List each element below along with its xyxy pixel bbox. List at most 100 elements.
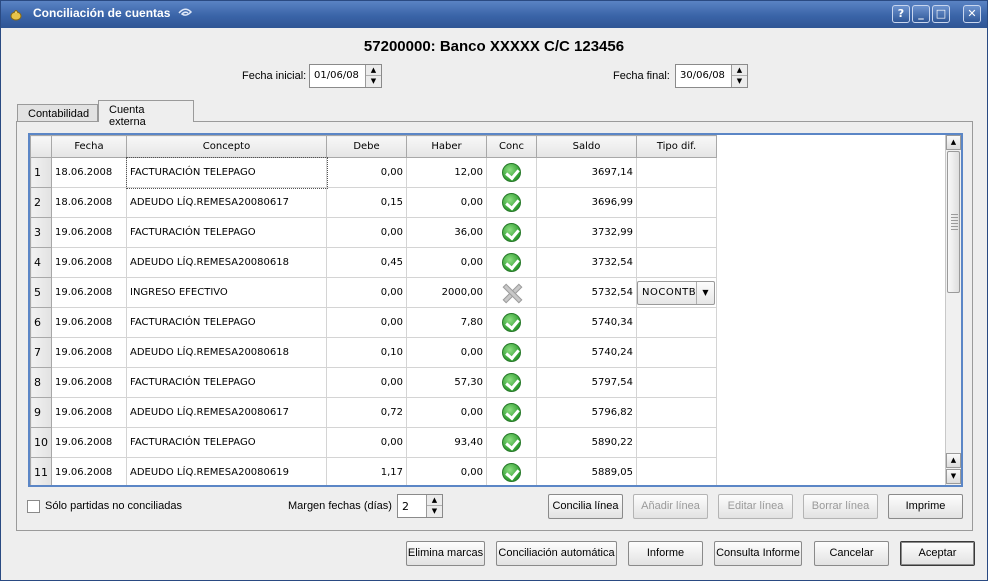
close-button[interactable]: ✕: [963, 5, 981, 23]
cell-haber[interactable]: 57,30: [406, 367, 487, 398]
cell-conc[interactable]: [486, 217, 537, 248]
cell-saldo[interactable]: 5740,34: [536, 307, 637, 338]
spin-down-icon[interactable]: ▼: [427, 506, 442, 517]
column-header-concepto[interactable]: Concepto: [126, 135, 327, 158]
row-number[interactable]: 10: [30, 427, 52, 458]
cell-fecha[interactable]: 19.06.2008: [51, 277, 127, 308]
tab-contabilidad[interactable]: Contabilidad: [17, 104, 98, 122]
row-number[interactable]: 9: [30, 397, 52, 428]
cell-concepto[interactable]: FACTURACIÓN TELEPAGO: [125, 156, 328, 189]
cell-haber[interactable]: 12,00: [406, 157, 487, 188]
cell-fecha[interactable]: 19.06.2008: [51, 337, 127, 368]
table-row[interactable]: 6 19.06.2008 FACTURACIÓN TELEPAGO 0,00 7,80 5…: [30, 307, 946, 338]
cell-saldo[interactable]: 3696,99: [536, 187, 637, 218]
row-number[interactable]: 3: [30, 217, 52, 248]
cell-fecha[interactable]: 19.06.2008: [51, 457, 127, 485]
table-row[interactable]: 11 19.06.2008 ADEUDO LÍQ.REMESA20080619 1,1…: [30, 457, 946, 485]
tipo-dif-combo[interactable]: NOCONTB ▼: [637, 280, 715, 305]
table-row[interactable]: 3 19.06.2008 FACTURACIÓN TELEPAGO 0,00 36,00…: [30, 217, 946, 248]
fecha-final-field[interactable]: 30/06/08 ▲ ▼: [675, 64, 748, 88]
cell-debe[interactable]: 0,15: [326, 187, 407, 218]
margen-fechas-field[interactable]: 2 ▲ ▼: [397, 494, 443, 518]
cell-debe[interactable]: 0,45: [326, 247, 407, 278]
cell-concepto[interactable]: ADEUDO LÍQ.REMESA20080619: [126, 457, 327, 485]
cell-fecha[interactable]: 18.06.2008: [51, 157, 127, 188]
cell-saldo[interactable]: 3732,54: [536, 247, 637, 278]
cross-icon[interactable]: [502, 283, 521, 302]
cell-tipo-dif[interactable]: [636, 217, 717, 248]
cell-concepto[interactable]: FACTURACIÓN TELEPAGO: [126, 217, 327, 248]
cell-fecha[interactable]: 19.06.2008: [51, 397, 127, 428]
row-number[interactable]: 11: [30, 457, 52, 485]
chevron-down-icon[interactable]: ▼: [696, 281, 714, 304]
help-button[interactable]: ?: [892, 5, 910, 23]
cell-saldo[interactable]: 5797,54: [536, 367, 637, 398]
row-number[interactable]: 6: [30, 307, 52, 338]
cell-concepto[interactable]: FACTURACIÓN TELEPAGO: [126, 427, 327, 458]
cell-saldo[interactable]: 5889,05: [536, 457, 637, 485]
cell-fecha[interactable]: 19.06.2008: [51, 427, 127, 458]
cell-haber[interactable]: 93,40: [406, 427, 487, 458]
cell-conc[interactable]: [486, 247, 537, 278]
check-icon[interactable]: [502, 313, 521, 332]
table-row[interactable]: 4 19.06.2008 ADEUDO LÍQ.REMESA20080618 0,45…: [30, 247, 946, 278]
anadir-linea-button[interactable]: Añadir línea: [633, 494, 708, 519]
maximize-button[interactable]: □: [932, 5, 950, 23]
cell-conc[interactable]: [486, 427, 537, 458]
spin-up-icon[interactable]: ▲: [366, 65, 381, 76]
cell-tipo-dif[interactable]: [636, 397, 717, 428]
cell-fecha[interactable]: 19.06.2008: [51, 247, 127, 278]
solo-no-conciliadas-label[interactable]: Sólo partidas no conciliadas: [45, 500, 182, 512]
cell-debe[interactable]: 0,72: [326, 397, 407, 428]
table-row[interactable]: 2 18.06.2008 ADEUDO LÍQ.REMESA20080617 0,15…: [30, 187, 946, 218]
cell-tipo-dif[interactable]: [636, 337, 717, 368]
row-number[interactable]: 1: [30, 157, 52, 188]
conciliacion-automatica-button[interactable]: Conciliación automática: [496, 541, 617, 566]
table-row[interactable]: 5 19.06.2008 INGRESO EFECTIVO 0,00 2000,00 57…: [30, 277, 946, 308]
row-number[interactable]: 2: [30, 187, 52, 218]
cell-saldo[interactable]: 5890,22: [536, 427, 637, 458]
cell-conc[interactable]: [486, 307, 537, 338]
check-icon[interactable]: [502, 403, 521, 422]
cell-conc[interactable]: [486, 187, 537, 218]
cell-concepto[interactable]: FACTURACIÓN TELEPAGO: [126, 307, 327, 338]
cell-debe[interactable]: 0,00: [326, 277, 407, 308]
solo-no-conciliadas-checkbox[interactable]: [27, 500, 40, 513]
cell-debe[interactable]: 0,00: [326, 157, 407, 188]
cell-concepto[interactable]: FACTURACIÓN TELEPAGO: [126, 367, 327, 398]
cell-debe[interactable]: 0,00: [326, 367, 407, 398]
cell-concepto[interactable]: ADEUDO LÍQ.REMESA20080617: [126, 397, 327, 428]
table-row[interactable]: 1 18.06.2008 FACTURACIÓN TELEPAGO 0,00 12,00…: [30, 156, 946, 189]
cell-fecha[interactable]: 19.06.2008: [51, 217, 127, 248]
cell-haber[interactable]: 0,00: [406, 457, 487, 485]
cell-conc[interactable]: [486, 277, 537, 308]
cell-debe[interactable]: 0,00: [326, 307, 407, 338]
cell-debe[interactable]: 1,17: [326, 457, 407, 485]
check-icon[interactable]: [502, 343, 521, 362]
column-header-debe[interactable]: Debe: [326, 135, 407, 158]
cell-concepto[interactable]: ADEUDO LÍQ.REMESA20080618: [126, 247, 327, 278]
check-icon[interactable]: [502, 223, 521, 242]
cell-haber[interactable]: 36,00: [406, 217, 487, 248]
cell-concepto[interactable]: INGRESO EFECTIVO: [126, 277, 327, 308]
corner-header[interactable]: [30, 135, 52, 158]
column-header-conc[interactable]: Conc: [486, 135, 537, 158]
tab-cuenta-externa[interactable]: Cuenta externa: [98, 100, 194, 128]
cell-conc[interactable]: [486, 367, 537, 398]
row-number[interactable]: 5: [30, 277, 52, 308]
cell-haber[interactable]: 0,00: [406, 337, 487, 368]
table-row[interactable]: 7 19.06.2008 ADEUDO LÍQ.REMESA20080618 0,10…: [30, 337, 946, 368]
cell-haber[interactable]: 0,00: [406, 187, 487, 218]
check-icon[interactable]: [502, 373, 521, 392]
row-number[interactable]: 4: [30, 247, 52, 278]
movements-grid[interactable]: Fecha Concepto Debe Haber Conc Saldo Tip…: [28, 133, 963, 487]
cell-fecha[interactable]: 19.06.2008: [51, 307, 127, 338]
cell-debe[interactable]: 0,00: [326, 427, 407, 458]
cell-tipo-dif[interactable]: [636, 367, 717, 398]
table-row[interactable]: 10 19.06.2008 FACTURACIÓN TELEPAGO 0,00 93,4…: [30, 427, 946, 458]
imprime-button[interactable]: Imprime: [888, 494, 963, 519]
cell-conc[interactable]: [486, 457, 537, 485]
consulta-informe-button[interactable]: Consulta Informe: [714, 541, 802, 566]
scroll-up-icon[interactable]: ▲: [946, 453, 961, 468]
column-header-tipo-dif[interactable]: Tipo dif.: [636, 135, 717, 158]
